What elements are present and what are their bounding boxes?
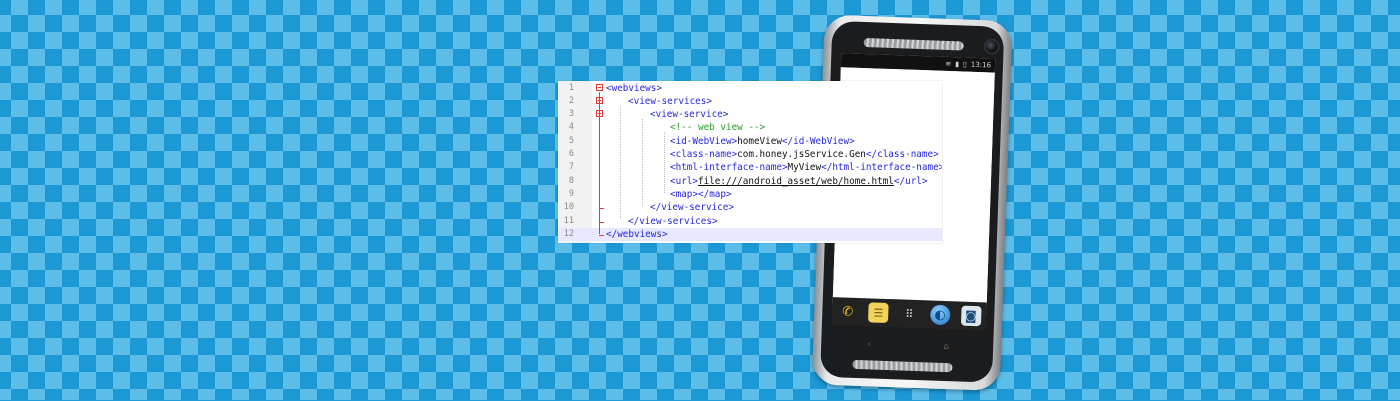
code-line: 7 <html-interface-name>MyView</html-inter… bbox=[558, 161, 942, 174]
xml-open-tag: <class-name> bbox=[670, 149, 738, 160]
code-text: <html-interface-name>MyView</html-interf… bbox=[670, 161, 942, 174]
signal-icon: ▮ bbox=[954, 60, 960, 69]
code-text: <!-- web view --> bbox=[670, 121, 765, 134]
line-number: 9 bbox=[568, 188, 574, 199]
code-text: <view-services> bbox=[628, 95, 712, 108]
line-number: 6 bbox=[568, 149, 574, 159]
fold-end-marker bbox=[599, 221, 604, 223]
line-number: 1 bbox=[568, 82, 574, 93]
code-line: 9 <map></map> bbox=[558, 188, 942, 201]
xml-close-tag: </id-WebView> bbox=[781, 135, 855, 147]
xml-open-tag: <id-WebView> bbox=[670, 135, 738, 147]
wifi-icon: ≋ bbox=[945, 59, 952, 69]
fold-end-marker bbox=[599, 208, 604, 210]
code-text: <id-WebView>homeView</id-WebView> bbox=[670, 135, 855, 148]
code-line: 2 <view-services> bbox=[558, 95, 942, 108]
apps-grid-icon[interactable]: ⠿ bbox=[899, 303, 920, 324]
code-text: <webviews> bbox=[606, 82, 662, 95]
back-icon[interactable]: ‹ bbox=[867, 339, 871, 349]
line-number: 5 bbox=[568, 135, 574, 146]
xml-open-tag: <url> bbox=[670, 175, 698, 187]
code-line: 10 </view-service> bbox=[558, 201, 942, 214]
line-number: 4 bbox=[568, 122, 574, 133]
code-text: <url>file:///android_asset/web/home.html… bbox=[670, 175, 928, 188]
phone-icon[interactable]: ✆ bbox=[837, 301, 858, 322]
code-line: 3 <view-service> bbox=[558, 108, 942, 121]
app-dock: ✆ ☰ ⠿ ◐ ◙ bbox=[831, 297, 987, 331]
messages-icon[interactable]: ☰ bbox=[868, 302, 889, 324]
code-text: </view-service> bbox=[650, 201, 734, 214]
xml-close-tag: </html-interface-name> bbox=[821, 162, 942, 174]
battery-icon: ▯ bbox=[962, 60, 967, 69]
xml-open-tag: <view-service> bbox=[650, 109, 729, 121]
xml-text-value: com.honey.jsService.Gen bbox=[737, 149, 866, 160]
code-line: 5 <id-WebView>homeView</id-WebView> bbox=[558, 135, 942, 148]
camera-icon[interactable]: ◙ bbox=[960, 305, 982, 327]
xml-code-editor: 1 <webviews> 2 <view-services> 3 <view-servic… bbox=[558, 81, 942, 243]
indent-guide bbox=[620, 105, 621, 220]
code-text: </view-services> bbox=[628, 215, 718, 228]
line-number: 7 bbox=[568, 162, 574, 173]
xml-close-tag: </class-name> bbox=[865, 149, 939, 160]
xml-open-tag: <view-services> bbox=[628, 95, 712, 107]
code-line: 1 <webviews> bbox=[558, 82, 942, 95]
code-line: 11 </view-services> bbox=[558, 215, 942, 228]
line-number: 10 bbox=[563, 202, 574, 213]
code-line: 6 <class-name>com.honey.jsService.Gen</cl… bbox=[558, 148, 942, 161]
xml-close-tag: </map> bbox=[698, 188, 732, 200]
xml-close-tag: </url> bbox=[893, 175, 928, 187]
line-number: 8 bbox=[568, 175, 574, 186]
code-line: 12 </webviews> bbox=[558, 227, 942, 242]
code-line: 4 <!-- web view --> bbox=[558, 121, 942, 134]
code-line: 8 <url>file:///android_asset/web/home.htm… bbox=[558, 175, 942, 188]
home-icon[interactable]: ⌂ bbox=[943, 342, 949, 352]
xml-open-tag: <webviews> bbox=[606, 82, 662, 94]
indent-guide bbox=[664, 132, 665, 193]
xml-comment: <!-- web view --> bbox=[670, 122, 766, 134]
xml-close-tag: </view-service> bbox=[650, 202, 734, 214]
code-text: </webviews> bbox=[606, 228, 668, 241]
xml-text-value: MyView bbox=[787, 162, 822, 174]
xml-text-value: homeView bbox=[737, 135, 782, 147]
line-number: 12 bbox=[563, 228, 574, 239]
code-text: <class-name>com.honey.jsService.Gen</cla… bbox=[670, 148, 939, 161]
line-number: 3 bbox=[568, 109, 574, 120]
line-number: 2 bbox=[568, 95, 574, 106]
xml-close-tag: </webviews> bbox=[606, 228, 668, 240]
fold-range-line bbox=[599, 91, 600, 234]
code-text: <view-service> bbox=[650, 108, 728, 121]
line-number: 11 bbox=[563, 215, 574, 226]
status-time: 13:16 bbox=[970, 60, 992, 70]
indent-guide bbox=[642, 119, 643, 207]
fold-toggle-icon[interactable] bbox=[596, 83, 603, 91]
xml-open-tag: <map> bbox=[670, 188, 698, 200]
code-text: <map></map> bbox=[670, 188, 732, 201]
browser-globe-icon[interactable]: ◐ bbox=[929, 304, 951, 326]
xml-close-tag: </view-services> bbox=[628, 215, 718, 227]
fold-end-marker bbox=[599, 234, 604, 236]
xml-open-tag: <html-interface-name> bbox=[670, 162, 788, 174]
xml-text-value: file:///android_asset/web/home.html bbox=[698, 175, 894, 187]
